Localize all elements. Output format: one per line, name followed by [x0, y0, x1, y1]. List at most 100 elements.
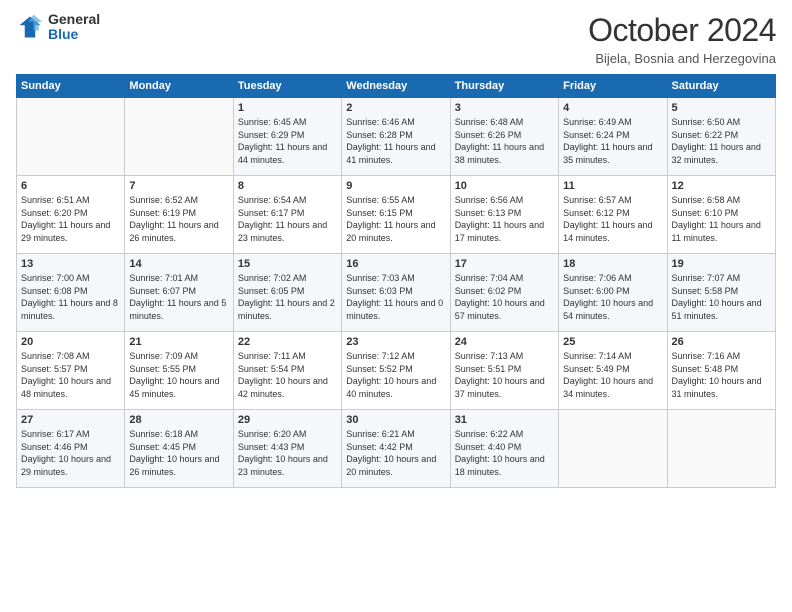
day-cell: 21 Sunrise: 7:09 AM Sunset: 5:55 PM Dayli…: [125, 332, 233, 410]
day-number: 20: [21, 336, 120, 348]
logo-general: General: [48, 12, 100, 27]
day-info: Sunrise: 6:54 AM Sunset: 6:17 PM Dayligh…: [238, 194, 337, 244]
col-header-sunday: Sunday: [17, 75, 125, 98]
day-info: Sunrise: 7:00 AM Sunset: 6:08 PM Dayligh…: [21, 272, 120, 322]
day-info: Sunrise: 7:14 AM Sunset: 5:49 PM Dayligh…: [563, 350, 662, 400]
day-cell: 7 Sunrise: 6:52 AM Sunset: 6:19 PM Daylig…: [125, 176, 233, 254]
day-info: Sunrise: 6:18 AM Sunset: 4:45 PM Dayligh…: [129, 428, 228, 478]
day-number: 31: [455, 414, 554, 426]
day-number: 8: [238, 180, 337, 192]
logo-blue: Blue: [48, 27, 100, 42]
day-cell: 10Sunrise: 6:56 AM Sunset: 6:13 PM Dayli…: [450, 176, 558, 254]
day-info: Sunrise: 7:16 AM Sunset: 5:48 PM Dayligh…: [672, 350, 771, 400]
day-number: 29: [238, 414, 337, 426]
day-info: Sunrise: 7:06 AM Sunset: 6:00 PM Dayligh…: [563, 272, 662, 322]
day-info: Sunrise: 7:13 AM Sunset: 5:51 PM Dayligh…: [455, 350, 554, 400]
day-number: 7: [129, 180, 228, 192]
day-number: 9: [346, 180, 445, 192]
day-info: Sunrise: 6:58 AM Sunset: 6:10 PM Dayligh…: [672, 194, 771, 244]
week-row-4: 20Sunrise: 7:08 AM Sunset: 5:57 PM Dayli…: [17, 332, 776, 410]
day-cell: [559, 410, 667, 488]
day-info: Sunrise: 7:01 AM Sunset: 6:07 PM Dayligh…: [129, 272, 228, 322]
day-cell: 6 Sunrise: 6:51 AM Sunset: 6:20 PM Daylig…: [17, 176, 125, 254]
col-header-monday: Monday: [125, 75, 233, 98]
day-cell: 24 Sunrise: 7:13 AM Sunset: 5:51 PM Dayli…: [450, 332, 558, 410]
logo-icon: [16, 13, 44, 41]
day-number: 16: [346, 258, 445, 270]
day-cell: 20Sunrise: 7:08 AM Sunset: 5:57 PM Dayli…: [17, 332, 125, 410]
title-block: October 2024 Bijela, Bosnia and Herzegov…: [588, 12, 776, 66]
day-number: 19: [672, 258, 771, 270]
col-header-thursday: Thursday: [450, 75, 558, 98]
day-number: 3: [455, 102, 554, 114]
day-info: Sunrise: 7:03 AM Sunset: 6:03 PM Dayligh…: [346, 272, 445, 322]
day-info: Sunrise: 7:11 AM Sunset: 5:54 PM Dayligh…: [238, 350, 337, 400]
day-cell: 5 Sunrise: 6:50 AM Sunset: 6:22 PM Daylig…: [667, 98, 775, 176]
header-row: SundayMondayTuesdayWednesdayThursdayFrid…: [17, 75, 776, 98]
day-cell: [667, 410, 775, 488]
day-cell: 15 Sunrise: 7:02 AM Sunset: 6:05 PM Dayli…: [233, 254, 341, 332]
day-number: 4: [563, 102, 662, 114]
day-number: 12: [672, 180, 771, 192]
day-cell: 12 Sunrise: 6:58 AM Sunset: 6:10 PM Dayli…: [667, 176, 775, 254]
day-cell: 26 Sunrise: 7:16 AM Sunset: 5:48 PM Dayli…: [667, 332, 775, 410]
col-header-friday: Friday: [559, 75, 667, 98]
day-cell: 28 Sunrise: 6:18 AM Sunset: 4:45 PM Dayli…: [125, 410, 233, 488]
day-info: Sunrise: 6:55 AM Sunset: 6:15 PM Dayligh…: [346, 194, 445, 244]
day-number: 26: [672, 336, 771, 348]
day-cell: 4 Sunrise: 6:49 AM Sunset: 6:24 PM Daylig…: [559, 98, 667, 176]
day-cell: 17Sunrise: 7:04 AM Sunset: 6:02 PM Dayli…: [450, 254, 558, 332]
day-number: 28: [129, 414, 228, 426]
week-row-5: 27Sunrise: 6:17 AM Sunset: 4:46 PM Dayli…: [17, 410, 776, 488]
day-info: Sunrise: 6:51 AM Sunset: 6:20 PM Dayligh…: [21, 194, 120, 244]
day-info: Sunrise: 6:52 AM Sunset: 6:19 PM Dayligh…: [129, 194, 228, 244]
day-cell: 30Sunrise: 6:21 AM Sunset: 4:42 PM Dayli…: [342, 410, 450, 488]
day-info: Sunrise: 6:22 AM Sunset: 4:40 PM Dayligh…: [455, 428, 554, 478]
day-cell: [17, 98, 125, 176]
day-number: 14: [129, 258, 228, 270]
day-info: Sunrise: 6:20 AM Sunset: 4:43 PM Dayligh…: [238, 428, 337, 478]
col-header-wednesday: Wednesday: [342, 75, 450, 98]
day-number: 23: [346, 336, 445, 348]
day-info: Sunrise: 7:09 AM Sunset: 5:55 PM Dayligh…: [129, 350, 228, 400]
day-number: 6: [21, 180, 120, 192]
day-number: 22: [238, 336, 337, 348]
day-number: 5: [672, 102, 771, 114]
day-info: Sunrise: 6:46 AM Sunset: 6:28 PM Dayligh…: [346, 116, 445, 166]
day-cell: 29 Sunrise: 6:20 AM Sunset: 4:43 PM Dayli…: [233, 410, 341, 488]
day-cell: 23 Sunrise: 7:12 AM Sunset: 5:52 PM Dayli…: [342, 332, 450, 410]
day-info: Sunrise: 6:57 AM Sunset: 6:12 PM Dayligh…: [563, 194, 662, 244]
day-number: 10: [455, 180, 554, 192]
day-info: Sunrise: 7:02 AM Sunset: 6:05 PM Dayligh…: [238, 272, 337, 322]
day-number: 1: [238, 102, 337, 114]
header: General Blue October 2024 Bijela, Bosnia…: [16, 12, 776, 66]
logo-text: General Blue: [48, 12, 100, 43]
week-row-3: 13 Sunrise: 7:00 AM Sunset: 6:08 PM Dayli…: [17, 254, 776, 332]
day-cell: 22 Sunrise: 7:11 AM Sunset: 5:54 PM Dayli…: [233, 332, 341, 410]
week-row-2: 6 Sunrise: 6:51 AM Sunset: 6:20 PM Daylig…: [17, 176, 776, 254]
month-title: October 2024: [588, 12, 776, 49]
day-info: Sunrise: 6:50 AM Sunset: 6:22 PM Dayligh…: [672, 116, 771, 166]
day-cell: 11Sunrise: 6:57 AM Sunset: 6:12 PM Dayli…: [559, 176, 667, 254]
day-info: Sunrise: 6:49 AM Sunset: 6:24 PM Dayligh…: [563, 116, 662, 166]
day-number: 13: [21, 258, 120, 270]
col-header-tuesday: Tuesday: [233, 75, 341, 98]
day-number: 18: [563, 258, 662, 270]
day-info: Sunrise: 7:12 AM Sunset: 5:52 PM Dayligh…: [346, 350, 445, 400]
day-number: 25: [563, 336, 662, 348]
day-info: Sunrise: 6:48 AM Sunset: 6:26 PM Dayligh…: [455, 116, 554, 166]
day-info: Sunrise: 6:17 AM Sunset: 4:46 PM Dayligh…: [21, 428, 120, 478]
day-cell: 8 Sunrise: 6:54 AM Sunset: 6:17 PM Daylig…: [233, 176, 341, 254]
day-number: 24: [455, 336, 554, 348]
day-cell: 2 Sunrise: 6:46 AM Sunset: 6:28 PM Daylig…: [342, 98, 450, 176]
logo: General Blue: [16, 12, 100, 43]
day-number: 30: [346, 414, 445, 426]
day-cell: 3 Sunrise: 6:48 AM Sunset: 6:26 PM Daylig…: [450, 98, 558, 176]
day-cell: 31 Sunrise: 6:22 AM Sunset: 4:40 PM Dayli…: [450, 410, 558, 488]
day-number: 2: [346, 102, 445, 114]
location-subtitle: Bijela, Bosnia and Herzegovina: [588, 51, 776, 66]
day-number: 15: [238, 258, 337, 270]
day-number: 21: [129, 336, 228, 348]
day-info: Sunrise: 6:45 AM Sunset: 6:29 PM Dayligh…: [238, 116, 337, 166]
page: General Blue October 2024 Bijela, Bosnia…: [0, 0, 792, 612]
